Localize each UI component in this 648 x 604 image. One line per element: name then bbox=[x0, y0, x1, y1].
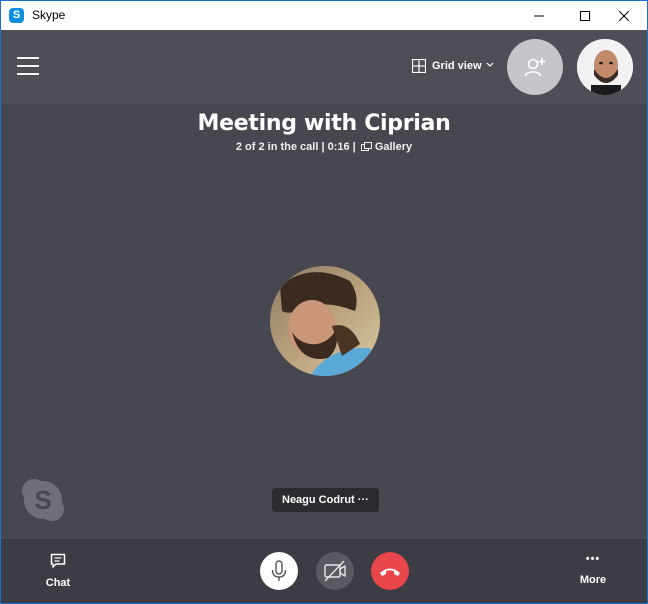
add-people-button[interactable] bbox=[507, 39, 563, 95]
menu-button[interactable] bbox=[17, 57, 39, 75]
more-label: More bbox=[579, 574, 607, 586]
add-person-icon bbox=[524, 58, 546, 77]
close-button[interactable] bbox=[601, 1, 647, 30]
call-controls-bar: Chat ••• More bbox=[1, 539, 647, 603]
chevron-down-icon bbox=[486, 62, 494, 67]
toggle-video-button[interactable] bbox=[316, 552, 354, 590]
hang-up-icon bbox=[380, 568, 400, 576]
gallery-link[interactable]: Gallery bbox=[375, 141, 412, 153]
call-status-line: 2 of 2 in the call | 0:16 | Gallery bbox=[1, 141, 647, 153]
call-status-text: 2 of 2 in the call | 0:16 | bbox=[235, 141, 356, 153]
more-dots-icon: ••• bbox=[585, 553, 601, 565]
participant-photo bbox=[270, 266, 380, 376]
more-options-button[interactable]: ••• More bbox=[571, 551, 615, 595]
svg-text:S: S bbox=[34, 485, 51, 515]
gallery-icon bbox=[360, 142, 372, 151]
close-icon bbox=[618, 10, 630, 22]
maximize-icon bbox=[580, 11, 590, 21]
window-title: Skype bbox=[32, 8, 66, 22]
minimize-icon bbox=[534, 15, 544, 17]
skype-logo-icon: S bbox=[20, 477, 66, 523]
meeting-title: Meeting with Ciprian bbox=[197, 111, 451, 136]
video-off-icon bbox=[324, 560, 346, 582]
chat-icon bbox=[50, 553, 66, 568]
participant-name-tag: Neagu Codrut ··· bbox=[272, 488, 379, 512]
self-avatar-photo bbox=[577, 39, 633, 95]
chat-label: Chat bbox=[45, 577, 71, 589]
microphone-icon bbox=[271, 560, 287, 581]
end-call-button[interactable] bbox=[371, 552, 409, 590]
grid-view-label: Grid view bbox=[432, 60, 482, 72]
skype-app-icon: S bbox=[9, 8, 24, 23]
chat-button[interactable]: Chat bbox=[39, 551, 77, 595]
participant-avatar bbox=[270, 266, 380, 376]
self-avatar[interactable] bbox=[577, 39, 633, 95]
title-bar: S Skype bbox=[1, 1, 647, 30]
skype-window: S Skype Grid view Meeting with Ciprian 2… bbox=[0, 0, 648, 604]
mute-microphone-button[interactable] bbox=[260, 552, 298, 590]
minimize-button[interactable] bbox=[516, 1, 562, 30]
call-top-bar: Grid view bbox=[1, 30, 647, 104]
grid-icon bbox=[412, 59, 426, 73]
call-stage: Meeting with Ciprian 2 of 2 in the call … bbox=[1, 104, 647, 539]
